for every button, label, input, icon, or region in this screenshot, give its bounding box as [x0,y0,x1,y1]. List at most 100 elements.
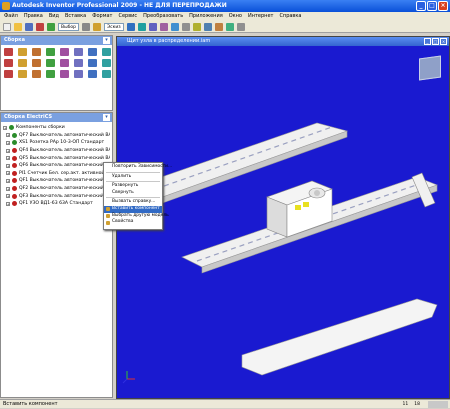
menu-item[interactable]: Формат [92,12,112,21]
redo-icon[interactable] [47,22,55,31]
panel-menu-icon[interactable]: ▾ [103,114,110,121]
tree-item[interactable]: + QF7 Выключатель автоматический ВА 47-29… [3,132,110,140]
context-menu-item[interactable]: Удалить [104,174,162,181]
tool-icon[interactable] [88,59,97,67]
close-button[interactable]: × [438,1,448,11]
tool-icon[interactable] [32,70,41,78]
camera-icon[interactable] [203,22,212,31]
tool-icon[interactable] [60,48,69,56]
undo-icon[interactable] [36,22,44,31]
tool-icon[interactable] [4,48,13,56]
context-menu-item[interactable]: Повторить Зависимости... [104,164,172,171]
tool-icon[interactable] [74,48,83,56]
cover-plate[interactable] [241,298,438,376]
context-menu-label: Выбрать другую модель [112,212,169,218]
tool-icon[interactable] [60,70,69,78]
context-menu-item[interactable]: Свернуть [104,190,162,197]
sketch-dropdown[interactable]: Эскиз [104,22,124,31]
tool-icon[interactable] [46,48,55,56]
model-icon [106,214,110,219]
expand-icon[interactable]: + [3,125,7,130]
zoom-all-icon[interactable] [159,22,168,31]
tree-item[interactable]: + QF6 Выключатель автоматический ВА 47-29… [3,162,110,170]
context-menu-item[interactable]: Вставить компонент [104,205,162,213]
expand-icon[interactable]: + [6,171,10,176]
maximize-button[interactable]: □ [427,1,437,11]
menu-item[interactable]: Файл [4,12,18,21]
shadow-icon[interactable] [192,22,201,31]
menu-item[interactable]: Окно [229,12,242,21]
tree-item-label: QF5 Выключатель автоматический ВА 47-29 … [19,155,110,161]
tree-item[interactable]: + QF3 Выключатель автоматический ВА 47-29… [3,192,110,200]
tool-icon[interactable] [88,70,97,78]
tool-icon[interactable] [74,70,83,78]
tool-icon[interactable] [18,70,27,78]
tool-icon[interactable] [46,70,55,78]
expand-icon[interactable]: + [6,194,10,199]
context-menu-label: Вызвать справку... [112,199,156,205]
expand-icon[interactable]: + [6,156,10,161]
tree-item-label: PI1 Счетчик Бел. сер.акт. активной энерг… [19,170,110,176]
expand-icon[interactable]: + [6,140,10,145]
panel-menu-icon[interactable]: ▾ [103,37,110,44]
menu-item[interactable]: Правка [24,12,43,21]
context-menu-item[interactable]: Свойства [104,219,162,226]
tree-item[interactable]: + QF1 Выключатель автоматический ВА 47-29… [3,177,110,185]
open-icon[interactable] [14,22,22,31]
display-mode-icon[interactable] [181,22,190,31]
tool-icon[interactable] [18,59,27,67]
tool-icon[interactable] [74,59,83,67]
menu-item[interactable]: Приложения [189,12,223,21]
main-toolbar: Выбор Эскиз [0,21,450,33]
tree-item[interactable]: + QF4 Выключатель автоматический ВА 47-29… [3,147,110,155]
browser-panel: Сборка ElectriCS ▾ + Компоненты сборки + QF… [0,112,113,398]
menu-item[interactable]: Справка [279,12,301,21]
tree-item[interactable]: + QF2 Выключатель автоматический ВА 47-29… [3,185,110,193]
tree-item[interactable]: + PI1 Счетчик Бел. сер.акт. активной энер… [3,170,110,178]
save-icon[interactable] [25,22,33,31]
select-mode-dropdown[interactable]: Выбор [58,22,80,31]
arrow-icon[interactable] [82,22,91,31]
new-file-icon[interactable] [3,22,11,31]
tool-icon[interactable] [102,59,111,67]
menu-item[interactable]: Вид [49,12,59,21]
menu-bar: Файл Правка Вид Вставка Формат Сервис Преобраз… [0,12,450,21]
context-menu-item[interactable]: Вызвать справку... [104,199,162,206]
tool-icon[interactable] [88,48,97,56]
tool-icon[interactable] [60,59,69,67]
menu-item[interactable]: Интернет [248,12,273,21]
tool-icon[interactable] [4,70,13,78]
tool-icon[interactable] [18,48,27,56]
expand-icon[interactable]: + [6,201,10,206]
expand-icon[interactable]: + [6,148,10,153]
tree-item[interactable]: + QF1 УЗО ВД1-63 63А Стандарт [3,200,110,208]
expand-icon[interactable]: + [6,186,10,191]
expand-icon[interactable]: + [6,133,10,138]
tool-icon[interactable] [46,59,55,67]
component-icon [12,170,17,176]
expand-icon[interactable]: + [6,178,10,183]
sketch-icon[interactable] [93,22,102,31]
context-menu-item[interactable]: Развернуть [104,183,162,190]
menu-item[interactable]: Вставка [65,12,86,21]
tool-icon[interactable] [102,48,111,56]
tool-icon[interactable] [4,59,13,67]
rotate-icon[interactable] [148,22,157,31]
section-icon[interactable] [214,22,223,31]
color-icon[interactable] [225,22,234,31]
tool-icon[interactable] [32,59,41,67]
tree-item[interactable]: + QF5 Выключатель автоматический ВА 47-29… [3,154,110,162]
minimize-button[interactable]: _ [416,1,426,11]
look-at-icon[interactable] [170,22,179,31]
zoom-icon[interactable] [126,22,135,31]
menu-item[interactable]: Сервис [118,12,137,21]
expand-icon[interactable]: + [6,163,10,168]
tool-icon[interactable] [102,70,111,78]
tool-palette [1,45,112,81]
help-icon[interactable] [236,22,245,31]
tree-item[interactable]: + Компоненты сборки [3,124,110,132]
pan-icon[interactable] [137,22,146,31]
menu-item[interactable]: Преобразовать [143,12,183,21]
tree-item[interactable]: + XS1 Розетка РАр 10-3-ОП Стандарт [3,139,110,147]
tool-icon[interactable] [32,48,41,56]
